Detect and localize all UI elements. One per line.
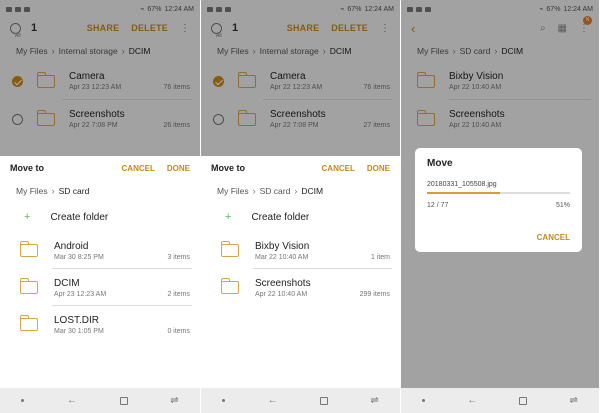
breadcrumb-sd-card[interactable]: SD card <box>260 186 291 196</box>
list-item[interactable]: Bixby Vision Mar 22 10:40 AM 1 item <box>201 232 400 269</box>
current-file-name: 20180331_105508.jpg <box>427 181 497 188</box>
done-button[interactable]: DONE <box>367 164 390 173</box>
back-arrow-icon[interactable]: ← <box>467 395 477 406</box>
dim-overlay <box>0 0 200 156</box>
item-date: Mar 22 10:40 AM <box>255 253 309 261</box>
item-count: 3 items <box>167 254 190 261</box>
recents-icon[interactable]: ⇌ <box>569 395 577 406</box>
item-name: Android <box>54 240 89 252</box>
nav-dot-icon <box>422 399 426 402</box>
move-progress-dialog: Move 20180331_105508.jpg 12 / 77 51% CAN… <box>415 148 582 252</box>
dim-overlay <box>201 0 400 156</box>
folder-icon <box>220 241 239 257</box>
progress-bar <box>427 192 570 194</box>
progress-count: 12 / 77 <box>427 202 449 209</box>
sheet-breadcrumb: My Files › SD card › DCIM <box>201 180 400 202</box>
sheet-breadcrumb: My Files › SD card <box>0 180 200 202</box>
nav-bar: ← ⇌ <box>0 388 200 413</box>
recents-icon[interactable]: ⇌ <box>170 395 178 406</box>
list-item[interactable]: Screenshots Apr 22 10:40 AM 299 items <box>201 269 400 306</box>
home-icon[interactable] <box>519 396 528 405</box>
item-name: LOST.DIR <box>54 314 100 326</box>
dialog-title: Move <box>427 158 453 169</box>
sheet-title: Move to <box>211 163 246 173</box>
panel-move-to-dcim: ⌁ 67% 12:24 AM 1 SHARE DELETE ⋮ All My F… <box>200 0 400 413</box>
nav-dot-icon <box>21 399 25 402</box>
nav-bar: ← ⇌ <box>401 388 599 413</box>
list-item[interactable]: LOST.DIR Mar 30 1:05 PM 0 items <box>0 306 200 343</box>
cancel-button[interactable]: CANCEL <box>537 233 570 242</box>
progress-fill <box>427 192 500 194</box>
item-count: 2 items <box>167 291 190 298</box>
sheet-title: Move to <box>10 163 45 173</box>
item-count: 0 items <box>167 328 190 335</box>
item-name: Screenshots <box>255 277 311 289</box>
home-icon[interactable] <box>119 396 128 405</box>
breadcrumb-my-files[interactable]: My Files <box>16 186 48 196</box>
folder-icon <box>220 278 239 294</box>
create-folder-button[interactable]: + Create folder <box>201 202 400 232</box>
item-name: DCIM <box>54 277 80 289</box>
breadcrumb-dcim: DCIM <box>301 186 324 196</box>
nav-dot-icon <box>222 399 226 402</box>
recents-icon[interactable]: ⇌ <box>370 395 378 406</box>
panel-move-progress: ⌁ 67% 12:24 AM ‹ ⌕ ▦ ⋮ N My Files › SD ca… <box>400 0 599 413</box>
list-item[interactable]: DCIM Apr 23 12:23 AM 2 items <box>0 269 200 306</box>
create-folder-button[interactable]: + Create folder <box>0 202 200 232</box>
plus-icon: + <box>225 211 232 223</box>
plus-icon: + <box>24 211 31 223</box>
folder-icon <box>19 315 38 331</box>
back-arrow-icon[interactable]: ← <box>67 395 77 406</box>
folder-icon <box>19 241 38 257</box>
breadcrumb-my-files[interactable]: My Files <box>217 186 249 196</box>
back-arrow-icon[interactable]: ← <box>268 395 278 406</box>
item-name: Bixby Vision <box>255 240 310 252</box>
item-count: 299 items <box>359 291 390 298</box>
panel-move-to-sdcard: ⌁ 67% 12:24 AM 1 SHARE DELETE ⋮ All My F… <box>0 0 200 413</box>
move-to-sheet: Move to CANCEL DONE My Files › SD card ›… <box>201 156 400 388</box>
folder-icon <box>19 278 38 294</box>
create-folder-label: Create folder <box>50 211 109 223</box>
list-item[interactable]: Android Mar 30 8:25 PM 3 items <box>0 232 200 269</box>
create-folder-label: Create folder <box>251 211 310 223</box>
chevron-right-icon: › <box>252 186 256 196</box>
progress-percent: 51% <box>555 202 570 209</box>
cancel-button[interactable]: CANCEL <box>122 164 155 173</box>
home-icon[interactable] <box>319 396 328 405</box>
done-button[interactable]: DONE <box>167 164 190 173</box>
move-to-sheet: Move to CANCEL DONE My Files › SD card +… <box>0 156 200 388</box>
breadcrumb-sd-card: SD card <box>58 186 90 196</box>
cancel-button[interactable]: CANCEL <box>322 164 355 173</box>
item-count: 1 item <box>370 254 390 261</box>
chevron-right-icon: › <box>51 186 55 196</box>
chevron-right-icon: › <box>294 186 298 196</box>
nav-bar: ← ⇌ <box>201 388 400 413</box>
